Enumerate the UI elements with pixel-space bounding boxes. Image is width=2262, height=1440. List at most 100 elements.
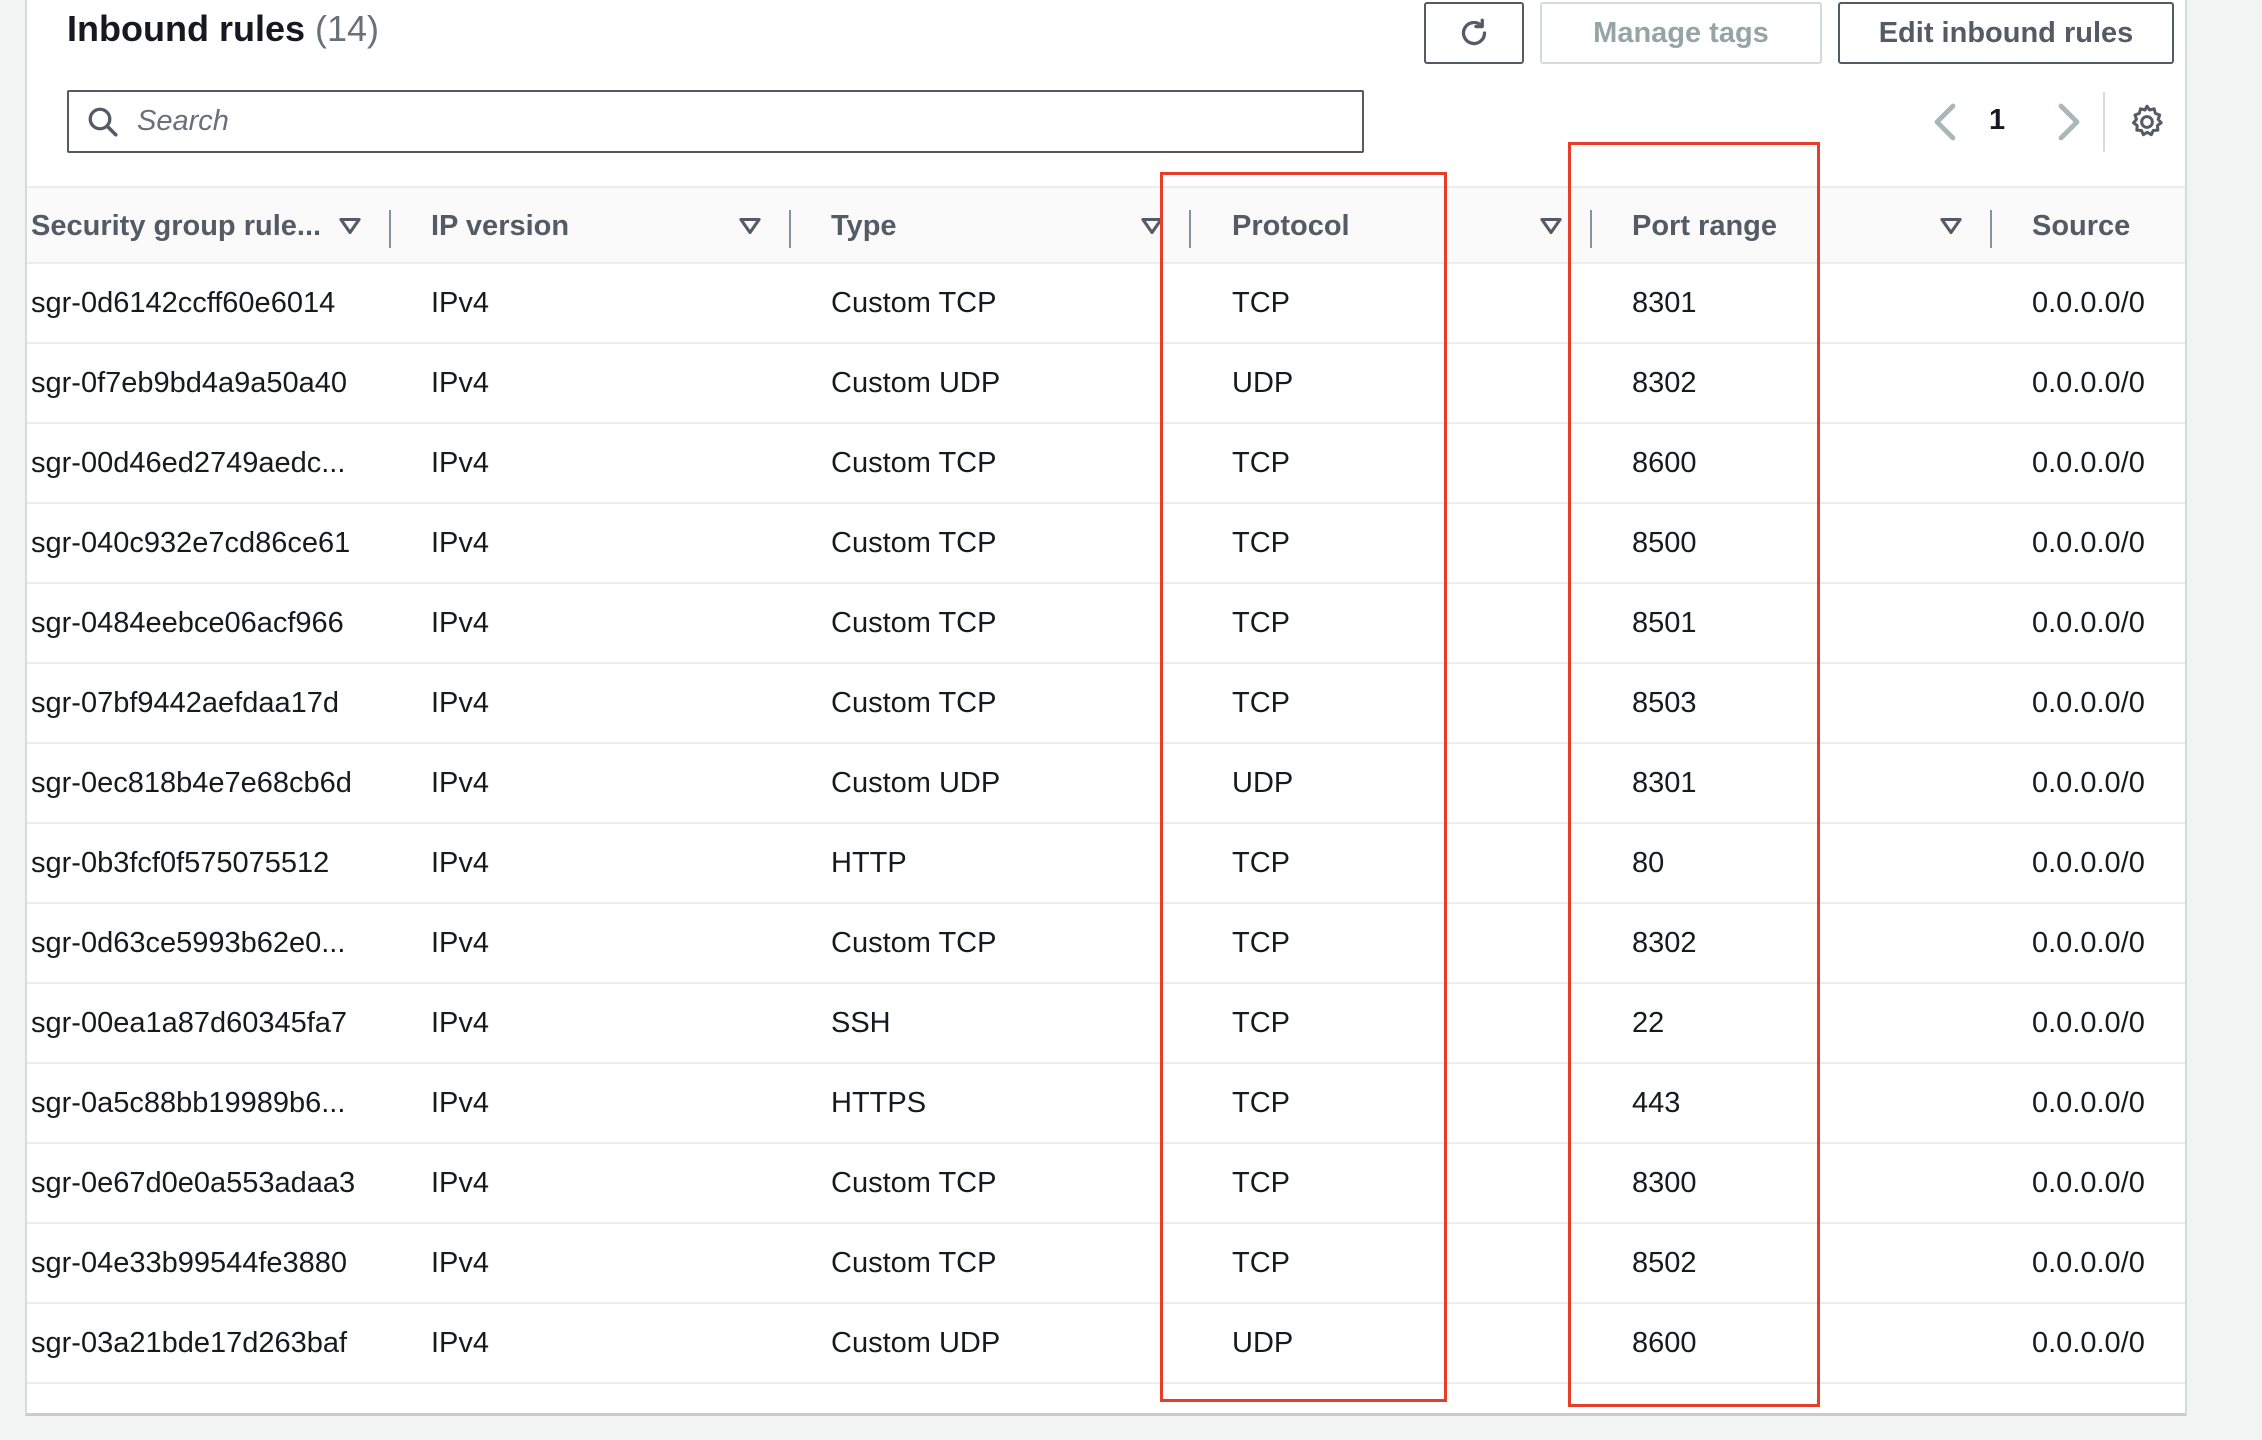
port-range-cell: 8302: [1632, 366, 1697, 399]
source-cell: 0.0.0.0/0: [2032, 286, 2145, 319]
ip-version-cell: IPv4: [431, 1166, 490, 1199]
protocol-cell: TCP: [1232, 1006, 1290, 1039]
table-row: sgr-03a21bde17d263baf IPv4 Custom UDP UDP 86…: [27, 1304, 2185, 1384]
sort-caret-icon[interactable]: [737, 212, 763, 240]
ip-version-cell: IPv4: [431, 606, 490, 639]
column-header-protocol[interactable]: Protocol: [1232, 188, 1350, 264]
column-header-source[interactable]: Source: [2032, 188, 2130, 264]
table-row: sgr-0484eebce06acf966 IPv4 Custom TCP TCP 85…: [27, 584, 2185, 664]
table-row: sgr-04e33b99544fe3880 IPv4 Custom TCP TCP 85…: [27, 1224, 2185, 1304]
protocol-cell: TCP: [1232, 606, 1290, 639]
type-cell: Custom TCP: [831, 526, 997, 559]
rule-count: (14): [315, 8, 380, 49]
ip-version-cell: IPv4: [431, 1006, 490, 1039]
ip-version-cell: IPv4: [431, 366, 490, 399]
source-cell: 0.0.0.0/0: [2032, 686, 2145, 719]
column-divider[interactable]: [389, 210, 391, 248]
gear-icon[interactable]: [2127, 102, 2167, 142]
rule-id-cell: sgr-040c932e7cd86ce61: [31, 526, 351, 559]
panel-title: Inbound rules (14): [67, 8, 379, 50]
port-range-cell: 443: [1632, 1086, 1681, 1119]
protocol-cell: TCP: [1232, 1166, 1290, 1199]
port-range-cell: 8600: [1632, 1326, 1697, 1359]
ip-version-cell: IPv4: [431, 526, 490, 559]
type-cell: Custom UDP: [831, 366, 1001, 399]
rule-id-cell: sgr-0484eebce06acf966: [31, 606, 344, 639]
rule-id-cell: sgr-0d6142ccff60e6014: [31, 286, 336, 319]
type-cell: HTTP: [831, 846, 907, 879]
sort-caret-icon[interactable]: [1538, 212, 1564, 240]
column-divider[interactable]: [1990, 210, 1992, 248]
port-range-cell: 8302: [1632, 926, 1697, 959]
source-cell: 0.0.0.0/0: [2032, 1166, 2145, 1199]
ip-version-cell: IPv4: [431, 1326, 490, 1359]
rule-id-cell: sgr-04e33b99544fe3880: [31, 1246, 348, 1279]
search-icon: [88, 107, 118, 137]
title-text: Inbound rules: [67, 8, 305, 49]
table-body: sgr-0d6142ccff60e6014 IPv4 Custom TCP TCP 83…: [27, 264, 2185, 1384]
port-range-cell: 8502: [1632, 1246, 1697, 1279]
column-header-ip-version[interactable]: IP version: [431, 188, 569, 264]
table-row: sgr-00ea1a87d60345fa7 IPv4 SSH TCP 22 0.0.0.0…: [27, 984, 2185, 1064]
protocol-cell: TCP: [1232, 1246, 1290, 1279]
column-header-port-range[interactable]: Port range: [1632, 188, 1777, 264]
ip-version-cell: IPv4: [431, 686, 490, 719]
column-divider[interactable]: [1189, 210, 1191, 248]
ip-version-cell: IPv4: [431, 1086, 490, 1119]
type-cell: HTTPS: [831, 1086, 927, 1119]
rule-id-cell: sgr-0ec818b4e7e68cb6d: [31, 766, 352, 799]
edit-inbound-rules-button[interactable]: Edit inbound rules: [1838, 2, 2174, 64]
chevron-left-icon[interactable]: [1927, 100, 1963, 144]
table-header: Security group rule... IP version Type P…: [27, 186, 2185, 264]
refresh-button[interactable]: [1424, 2, 1524, 64]
type-cell: SSH: [831, 1006, 891, 1039]
source-cell: 0.0.0.0/0: [2032, 1246, 2145, 1279]
type-cell: Custom UDP: [831, 1326, 1001, 1359]
manage-tags-button[interactable]: Manage tags: [1540, 2, 1822, 64]
column-divider[interactable]: [789, 210, 791, 248]
protocol-cell: TCP: [1232, 846, 1290, 879]
rule-id-cell: sgr-0e67d0e0a553adaa3: [31, 1166, 356, 1199]
page-number[interactable]: 1: [1989, 104, 2005, 137]
sort-caret-icon[interactable]: [337, 212, 363, 240]
port-range-cell: 8503: [1632, 686, 1697, 719]
source-cell: 0.0.0.0/0: [2032, 1326, 2145, 1359]
search-input[interactable]: [135, 104, 1319, 139]
chevron-right-icon[interactable]: [2051, 100, 2087, 144]
port-range-cell: 80: [1632, 846, 1665, 879]
type-cell: Custom TCP: [831, 286, 997, 319]
type-cell: Custom UDP: [831, 766, 1001, 799]
column-header-type[interactable]: Type: [831, 188, 897, 264]
type-cell: Custom TCP: [831, 686, 997, 719]
table-row: sgr-040c932e7cd86ce61 IPv4 Custom TCP TCP 85…: [27, 504, 2185, 584]
ip-version-cell: IPv4: [431, 1246, 490, 1279]
source-cell: 0.0.0.0/0: [2032, 1086, 2145, 1119]
port-range-cell: 8300: [1632, 1166, 1697, 1199]
port-range-cell: 8600: [1632, 446, 1697, 479]
protocol-cell: UDP: [1232, 766, 1294, 799]
port-range-cell: 8501: [1632, 606, 1697, 639]
inbound-rules-panel: Inbound rules (14) Manage tags Edit inbo…: [25, 0, 2187, 1416]
search-box: [67, 90, 1364, 153]
table-row: sgr-0ec818b4e7e68cb6d IPv4 Custom UDP UDP 83…: [27, 744, 2185, 824]
column-header-rule-id[interactable]: Security group rule...: [31, 188, 321, 264]
column-divider[interactable]: [1590, 210, 1592, 248]
table-row: sgr-0d63ce5993b62e0... IPv4 Custom TCP TCP 8…: [27, 904, 2185, 984]
rule-id-cell: sgr-03a21bde17d263baf: [31, 1326, 348, 1359]
sort-caret-icon[interactable]: [1938, 212, 1964, 240]
source-cell: 0.0.0.0/0: [2032, 606, 2145, 639]
table-row: sgr-0a5c88bb19989b6... IPv4 HTTPS TCP 443 0.0…: [27, 1064, 2185, 1144]
rule-id-cell: sgr-0f7eb9bd4a9a50a40: [31, 366, 348, 399]
protocol-cell: TCP: [1232, 1086, 1290, 1119]
sort-caret-icon[interactable]: [1139, 212, 1165, 240]
refresh-icon: [1461, 18, 1487, 46]
port-range-cell: 8500: [1632, 526, 1697, 559]
port-range-cell: 22: [1632, 1006, 1665, 1039]
ip-version-cell: IPv4: [431, 926, 490, 959]
rule-id-cell: sgr-0b3fcf0f575075512: [31, 846, 330, 879]
protocol-cell: UDP: [1232, 1326, 1294, 1359]
protocol-cell: TCP: [1232, 526, 1290, 559]
table-row: sgr-0b3fcf0f575075512 IPv4 HTTP TCP 80 0.0.0.…: [27, 824, 2185, 904]
rule-id-cell: sgr-00d46ed2749aedc...: [31, 446, 346, 479]
source-cell: 0.0.0.0/0: [2032, 1006, 2145, 1039]
